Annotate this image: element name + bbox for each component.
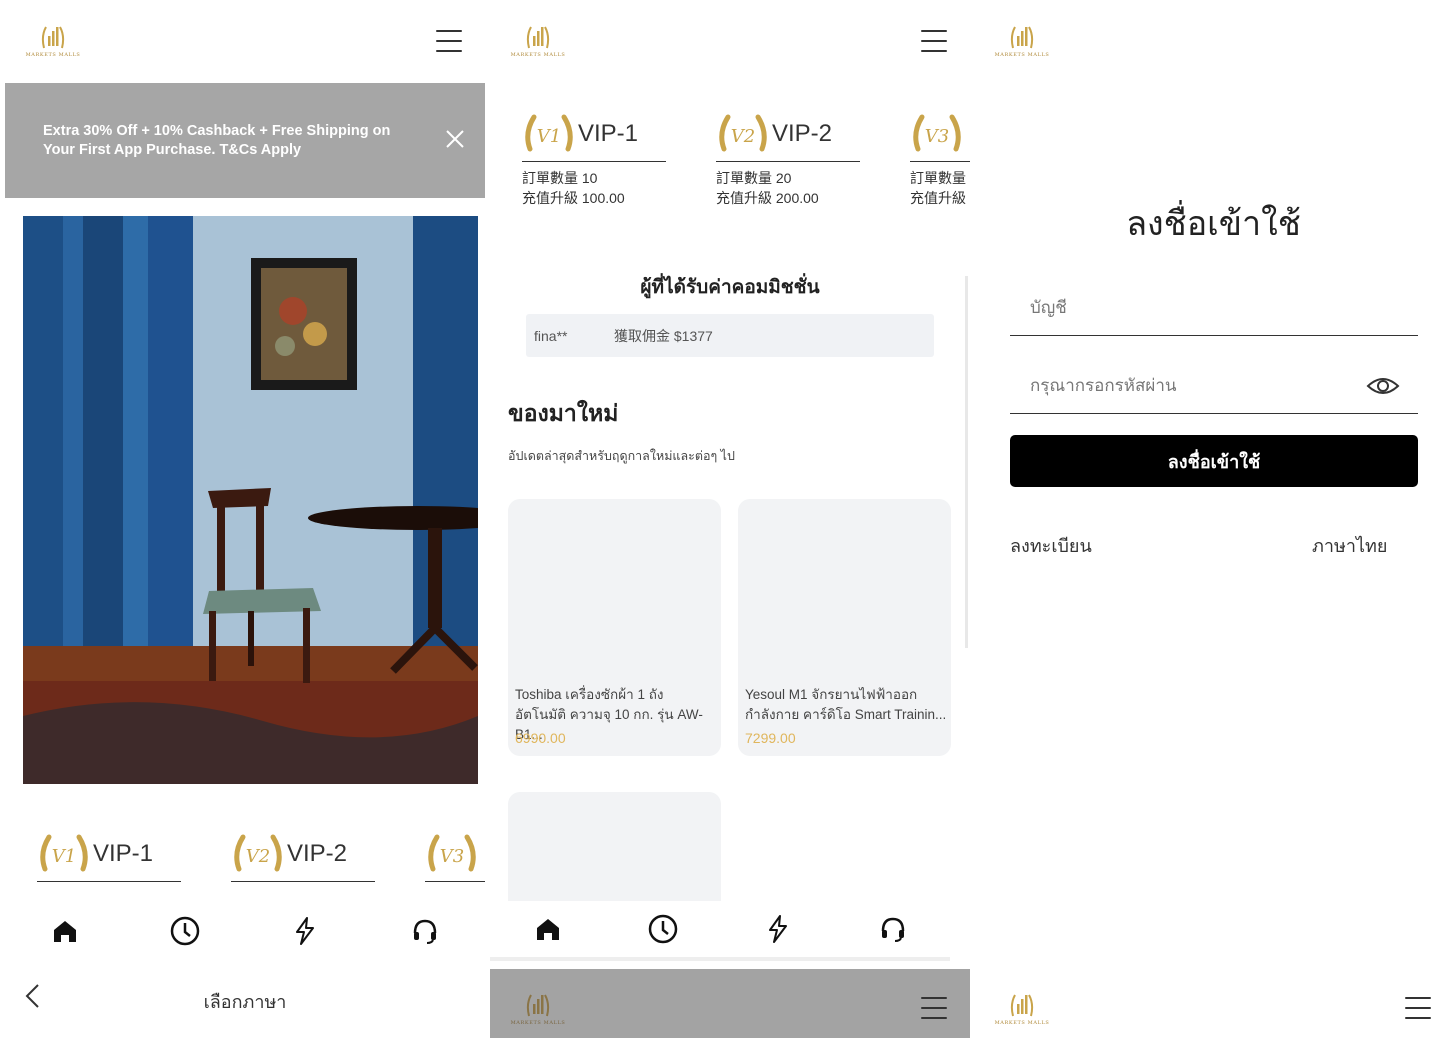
bottom-tab-bar [490,901,950,961]
tab-lightning[interactable] [760,911,796,947]
laurel-badge-icon: V2 [234,834,282,871]
page-title: ลงชื่อเข้าใช้ [1126,205,1301,243]
vip-orders: 訂單數量 [910,170,966,186]
laurel-badge-icon: V3 [913,114,961,151]
hamburger-icon[interactable] [921,30,947,52]
vip-upgrade: 充值升級 200.00 [716,190,819,206]
password-field [1010,358,1418,414]
vip-orders: 訂單數量 10 [522,170,598,186]
scrollbar[interactable] [965,276,968,648]
logo-mark-icon [526,26,550,49]
register-link[interactable]: ลงทะเบียน [1010,531,1092,560]
logo-text: MARKETS MALLS [510,1020,566,1026]
vip-card[interactable]: V2 VIP-2 [231,826,375,882]
account-field [1010,280,1418,336]
tab-support[interactable] [407,913,443,949]
bottom-tab-bar [5,901,485,961]
page-title: เลือกภาษา [203,992,287,1012]
logo-mark-icon [41,26,65,49]
brand-logo[interactable]: MARKETS MALLS [509,22,567,66]
clock-icon [170,916,200,946]
language-link[interactable]: ภาษาไทย [1312,531,1387,560]
vip-card[interactable]: V2 VIP-2 訂單數量 20 充值升級 200.00 [716,106,860,208]
brand-logo[interactable]: MARKETS MALLS [24,22,82,66]
tab-history[interactable] [167,913,203,949]
eye-icon[interactable] [1366,374,1400,398]
vip-orders: 訂單數量 20 [716,170,792,186]
logo-mark-icon [526,994,550,1017]
vip-badge-label: V3 [925,126,949,147]
vip-upgrade: 充值升級 100.00 [522,190,625,206]
laurel-badge-icon: V1 [525,114,573,151]
vip-badge-label: V3 [440,846,464,867]
tab-support[interactable] [875,911,911,947]
vip-name: VIP-1 [578,119,639,147]
product-price: 6990.00 [515,730,566,746]
vip-screen: MARKETS MALLS V1 VIP-1 訂單數量 10 充值升級 100.… [490,0,970,1038]
vip-upgrade: 充值升級 [910,190,966,206]
home-screen: MARKETS MALLS Extra 30% Off + 10% Cashba… [0,0,485,1038]
headset-icon [881,917,904,942]
laurel-badge-icon: V1 [40,834,88,871]
headset-icon [413,919,437,944]
password-input[interactable] [1010,358,1418,413]
lightning-icon [296,917,314,945]
section-subtitle: อัปเดตล่าสุดสำหรับฤดูกาลใหม่และต่อๆ ไป [508,449,735,463]
brand-logo[interactable]: MARKETS MALLS [993,22,1051,66]
vip-badge-label: V2 [731,126,755,147]
brand-logo[interactable]: MARKETS MALLS [993,990,1051,1034]
commission-ticker: fina** 獲取佣金 $1377 [526,314,934,357]
logo-text: MARKETS MALLS [994,52,1050,58]
hamburger-icon[interactable] [921,997,947,1019]
logo-text: MARKETS MALLS [25,52,81,58]
promo-text: Extra 30% Off + 10% Cashback + Free Ship… [43,123,391,158]
section-title: ของมาใหม่ [508,400,619,426]
vip-levels-row: V1 VIP-1 訂單數量 10 充值升級 100.00 V2 VIP-2 訂單… [522,106,970,208]
brand-logo: MARKETS MALLS [509,990,567,1034]
language-header: เลือกภาษา [0,965,485,1038]
laurel-badge-icon: V3 [428,834,476,871]
commission-amount: 獲取佣金 $1377 [614,327,713,344]
vip-card[interactable]: V3 [425,826,485,882]
tab-home[interactable] [530,911,566,947]
account-input[interactable] [1010,280,1418,335]
vip-name: VIP-2 [287,839,348,867]
dim-overlay: MARKETS MALLS [490,969,970,1038]
logo-mark-icon [1010,994,1034,1017]
product-card[interactable] [508,792,721,912]
logo-mark-icon [1010,26,1034,49]
logo-text: MARKETS MALLS [510,52,566,58]
vip-card[interactable]: V1 VIP-1 [37,826,181,882]
product-card[interactable]: Toshiba เครื่องซักผ้า 1 ถัง อัตโนมัติ คว… [508,499,721,756]
tab-lightning[interactable] [287,913,323,949]
vip-badge-label: V1 [537,126,561,147]
home-icon [54,921,76,942]
commission-user: fina** [534,327,568,344]
product-name: Yesoul M1 จักรยานไฟฟ้าออกกำลังกาย คาร์ดิ… [745,687,947,722]
vip-card[interactable]: V1 VIP-1 訂單數量 10 充值升級 100.00 [522,106,666,208]
login-button[interactable]: ลงชื่อเข้าใช้ [1010,435,1418,487]
login-screen: MARKETS MALLS ลงชื่อเข้าใช้ ลงชื่อเข้าใช… [975,0,1452,1038]
home-icon [536,919,559,940]
vip-badge-label: V1 [52,846,76,867]
close-icon[interactable] [445,129,465,149]
vip-card[interactable]: V3 訂單數量 充值升級 [910,106,970,208]
lightning-icon [768,915,787,943]
promo-banner: Extra 30% Off + 10% Cashback + Free Ship… [5,83,485,198]
laurel-badge-icon: V2 [719,114,767,151]
hero-image [23,216,478,784]
clock-icon [648,914,677,944]
tab-history[interactable] [645,911,681,947]
vip-badge-label: V2 [246,846,270,867]
product-price: 7299.00 [745,730,796,746]
tab-home[interactable] [47,913,83,949]
vip-levels-row: V1 VIP-1 V2 VIP-2 V3 [37,826,485,882]
hamburger-icon[interactable] [1405,997,1431,1019]
commission-title: ผู้ที่ได้รับค่าคอมมิชชั่น [640,277,820,298]
vip-name: VIP-2 [772,119,833,147]
hamburger-icon[interactable] [436,30,462,52]
vip-name: VIP-1 [93,839,154,867]
product-card[interactable]: Yesoul M1 จักรยานไฟฟ้าออกกำลังกาย คาร์ดิ… [738,499,951,756]
logo-text: MARKETS MALLS [994,1020,1050,1026]
